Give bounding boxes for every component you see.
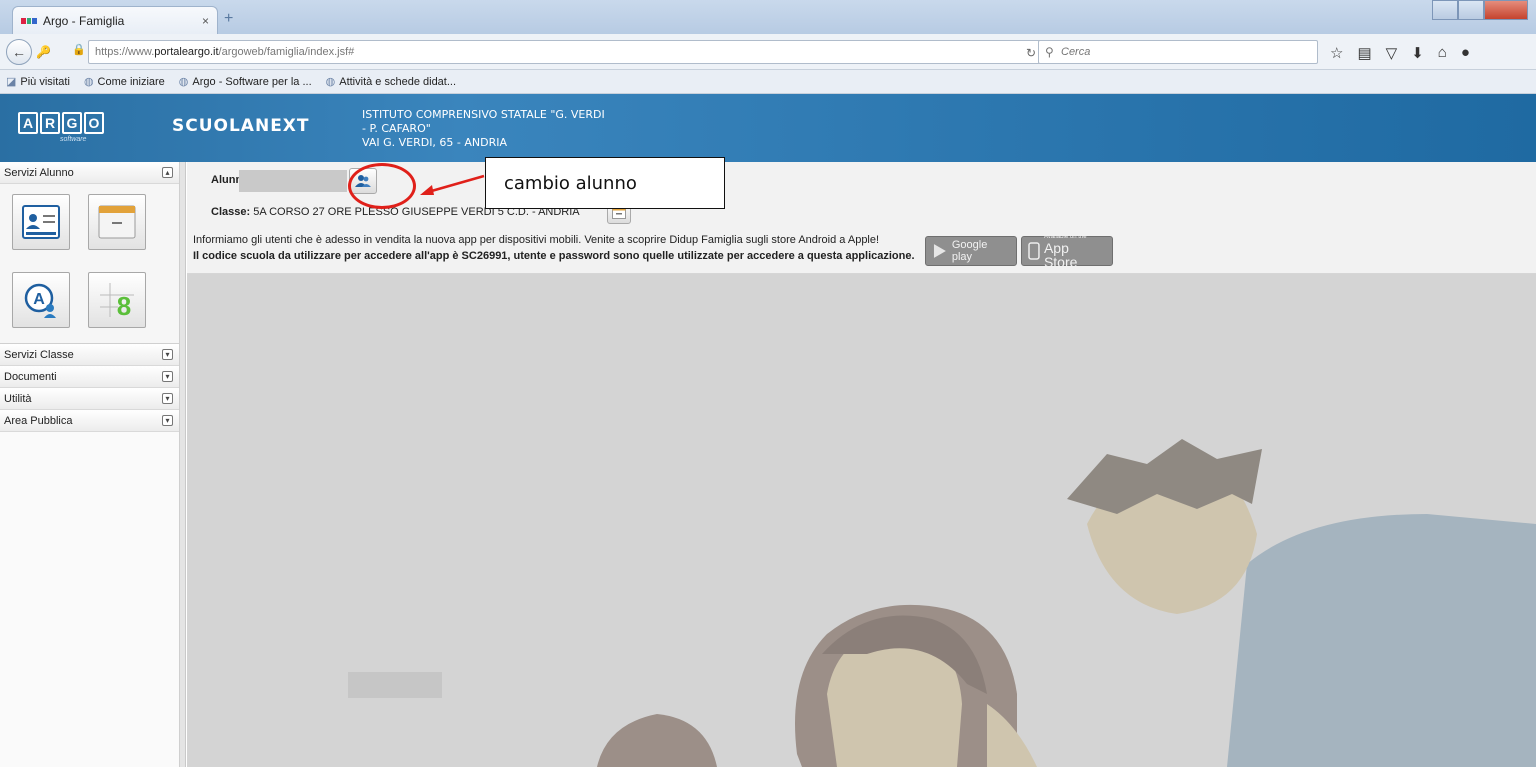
sidebar-section-servizi-alunno[interactable]: Servizi Alunno ▴ <box>0 162 179 184</box>
servizi-alunno-panel: A 8 <box>0 184 179 344</box>
bookmarks-bar: ◪ Più visitati ◍ Come iniziare ◍ Argo - Sof… <box>0 70 1536 94</box>
expand-icon[interactable]: ▾ <box>162 349 173 360</box>
annotation-highlight-ring <box>348 163 416 209</box>
expand-icon[interactable]: ▾ <box>162 371 173 382</box>
sidebar: Servizi Alunno ▴ A 8 Servizi Classe ▾ Do… <box>0 162 180 767</box>
sidebar-section-servizi-classe[interactable]: Servizi Classe ▾ <box>0 344 179 366</box>
new-tab-button[interactable]: + <box>224 10 233 28</box>
url-bar[interactable]: https://www.portaleargo.it/argoweb/famig… <box>88 40 1088 64</box>
school-info: ISTITUTO COMPRENSIVO STATALE "G. VERDI -… <box>362 108 605 149</box>
app-store-badge[interactable]: Available on the App Store <box>1021 234 1113 269</box>
redacted-block <box>348 672 442 698</box>
search-input[interactable] <box>1061 44 1311 60</box>
documenti-tile[interactable] <box>88 194 146 250</box>
main-content: Alunn Classe: 5A CORSO 27 ORE PLESSO GIU… <box>187 162 1536 767</box>
reload-icon[interactable]: ↻ <box>1026 46 1036 60</box>
svg-text:8: 8 <box>117 291 131 319</box>
back-arrow-icon: ← <box>12 44 26 60</box>
sidebar-splitter[interactable] <box>180 162 186 767</box>
globe-icon: ◍ <box>83 76 94 88</box>
app-header: A R G O software SCUOLANEXT ISTITUTO COM… <box>0 94 1536 162</box>
chat-icon[interactable]: ● <box>1461 44 1470 62</box>
argo-favicon-icon <box>21 17 38 24</box>
search-icon: ⚲ <box>1045 45 1054 59</box>
browser-navbar: ← 🔑 🔒 https://www.portaleargo.it/argoweb… <box>0 34 1536 70</box>
logo-subtitle: software <box>60 136 87 143</box>
download-icon[interactable]: ⬇ <box>1411 44 1424 62</box>
window-controls <box>1432 0 1528 20</box>
globe-icon: ◍ <box>178 76 189 88</box>
annotation-label: cambio alunno <box>485 157 725 209</box>
browser-tab[interactable]: Argo - Famiglia × <box>12 6 218 34</box>
folder-icon <box>98 205 136 239</box>
tab-title: Argo - Famiglia <box>43 13 125 28</box>
google-play-badge[interactable]: Google play <box>925 236 1017 266</box>
expand-icon[interactable]: ▾ <box>162 393 173 404</box>
minimize-button[interactable] <box>1432 0 1458 20</box>
close-window-button[interactable] <box>1484 0 1528 20</box>
bookmark-item[interactable]: ◍ Attività e schede didat... <box>325 75 456 89</box>
url-text: https://www.portaleargo.it/argoweb/famig… <box>95 46 355 58</box>
redacted-student-name <box>239 170 347 192</box>
product-name: SCUOLANEXT <box>172 116 310 136</box>
site-identity-icon[interactable]: 🔑 <box>36 45 51 59</box>
app-notice-line1: Informiamo gli utenti che è adesso in ve… <box>193 234 880 246</box>
student-card-icon <box>22 205 60 239</box>
grades-icon: 8 <box>100 283 134 319</box>
phone-icon <box>1028 242 1040 260</box>
sidebar-section-utilita[interactable]: Utilità ▾ <box>0 388 179 410</box>
lock-icon: 🔒 <box>72 44 86 56</box>
sidebar-section-area-pubblica[interactable]: Area Pubblica ▾ <box>0 410 179 432</box>
voti-tile[interactable]: 8 <box>88 272 146 328</box>
maximize-button[interactable] <box>1458 0 1484 20</box>
bookmark-star-icon[interactable]: ☆ <box>1330 44 1343 62</box>
collapse-icon[interactable]: ▴ <box>162 167 173 178</box>
pocket-icon[interactable]: ▽ <box>1386 44 1398 62</box>
bookmark-item[interactable]: ◍ Argo - Software per la ... <box>178 75 312 89</box>
argo-logo: A R G O <box>18 112 104 134</box>
home-icon[interactable]: ⌂ <box>1438 44 1447 62</box>
alunno-label: Alunn <box>211 174 243 186</box>
absence-icon: A <box>24 283 56 318</box>
expand-icon[interactable]: ▾ <box>162 415 173 426</box>
back-button[interactable]: ← <box>6 39 32 65</box>
bookmarks-list-icon[interactable]: ▤ <box>1357 44 1371 62</box>
google-play-icon <box>933 244 946 258</box>
svg-text:A: A <box>33 291 45 308</box>
search-bar[interactable]: ⚲ <box>1038 40 1318 64</box>
tab-close-icon[interactable]: × <box>202 14 209 28</box>
bookmark-folder-icon: ◪ <box>6 76 17 88</box>
app-notice-line2: Il codice scuola da utilizzare per acced… <box>193 250 915 262</box>
browser-titlebar: Argo - Famiglia × + <box>0 0 1536 34</box>
toolbar-icons: ☆ ▤ ▽ ⬇ ⌂ ● <box>1330 44 1470 62</box>
bookmark-item[interactable]: ◪ Più visitati <box>6 75 70 89</box>
globe-icon: ◍ <box>325 76 336 88</box>
anagrafe-tile[interactable] <box>12 194 70 250</box>
assenze-tile[interactable]: A <box>12 272 70 328</box>
sidebar-section-documenti[interactable]: Documenti ▾ <box>0 366 179 388</box>
annotation-arrow-icon <box>420 174 485 195</box>
bookmark-item[interactable]: ◍ Come iniziare <box>83 75 165 89</box>
